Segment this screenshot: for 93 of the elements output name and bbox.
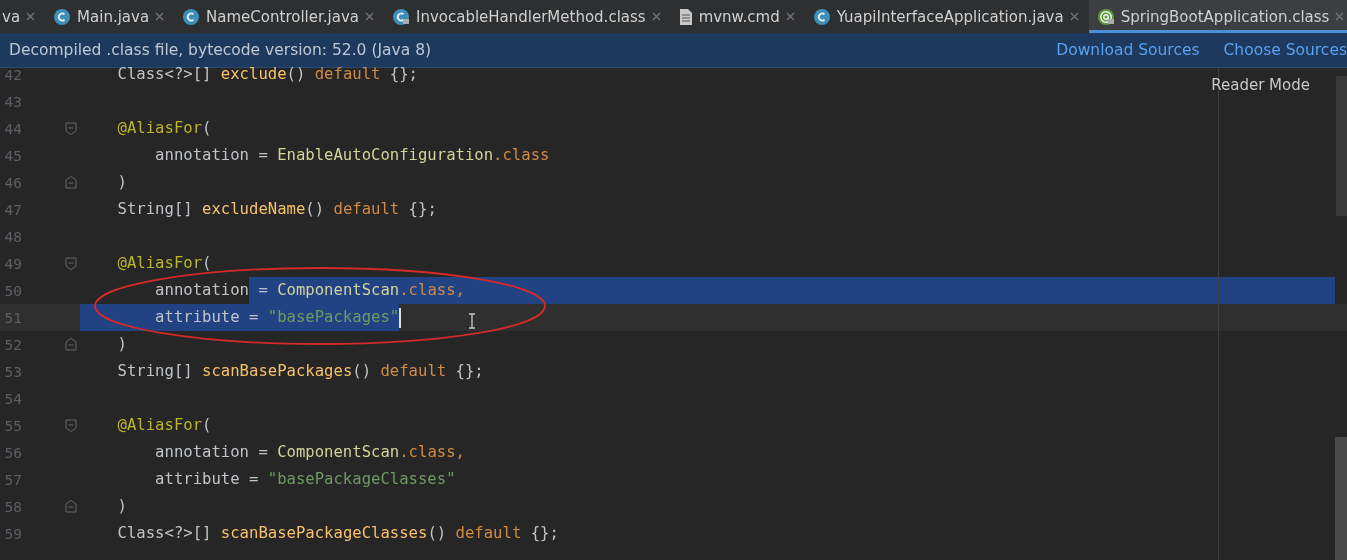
code-token: annotation = [154,442,269,463]
text-cursor-icon [467,313,477,329]
line-number: 47 [3,201,22,218]
code-token: .class, [399,277,465,304]
close-icon[interactable] [1069,12,1079,21]
fold-icon[interactable] [65,122,77,135]
code-token: annotation [154,280,249,301]
reader-mode-label[interactable]: Reader Mode [1211,76,1310,94]
fold-icon[interactable] [65,419,77,432]
code-token: "basePackages" [267,304,400,331]
banner-link[interactable]: Choose Sources [1223,41,1347,59]
code-token: ( [202,118,212,139]
line-number: 52 [3,336,22,353]
line-number: 55 [3,417,22,434]
code-token: ( [202,253,212,274]
line-number: 50 [3,282,22,299]
code-token: default [380,361,447,382]
code-token: ) [116,496,127,517]
code-token: default [455,523,522,544]
class-icon [391,7,410,26]
line-number: 48 [3,228,22,245]
editor-tab[interactable]: mvnw.cmd [670,0,805,33]
code-token: default [314,64,381,85]
code-token: "basePackageClasses" [267,469,456,490]
scrollbar-thumb[interactable] [1335,437,1347,560]
code-token: () [286,64,307,85]
code-token: = [249,277,278,304]
fold-icon[interactable] [65,176,77,189]
banner-message: Decompiled .class file, bytecode version: 52.0 (Java 8) [9,41,433,59]
code-token: EnableAutoConfiguration [277,145,494,166]
close-icon[interactable] [26,12,36,21]
class-icon [812,7,831,26]
line-number: 49 [3,255,22,272]
line-number: 53 [3,363,22,380]
line-number: 46 [3,174,22,191]
code-token: attribute = [154,469,260,490]
code-token: .class [493,145,550,166]
code-token: annotation = [154,145,269,166]
code-token: exclude [220,64,287,85]
line-number: 54 [3,390,22,407]
close-icon[interactable] [155,12,165,21]
fold-icon[interactable] [65,257,77,270]
code-token: ( [202,415,212,436]
class-icon [182,7,201,26]
code-token: () [427,523,448,544]
line-number: 59 [3,525,22,542]
code-token: ComponentScan [277,277,400,304]
file-icon [678,7,693,26]
line-number: 42 [3,66,22,83]
code-token: Class<?>[] [116,64,213,85]
code-token: scanBasePackages [202,361,353,382]
code-token: ) [116,172,127,193]
close-icon[interactable] [1335,12,1345,21]
line-number: 44 [3,120,22,137]
code-token: {}; [388,64,418,85]
fold-icon[interactable] [65,500,77,513]
line-number: 57 [3,471,22,488]
code-token: String[] [116,361,194,382]
editor-tab[interactable]: InvocableHandlerMethod.class [383,0,671,33]
editor-tab[interactable]: Main.java [45,0,175,33]
code-token: {}; [454,361,484,382]
code-token: @AliasFor [116,118,203,139]
line-number: 45 [3,147,22,164]
code-token: () [305,199,326,220]
line-number: 58 [3,498,22,515]
text-caret [399,307,402,328]
code-token: excludeName [202,199,306,220]
fold-icon[interactable] [65,338,77,351]
code-token: .class, [399,442,465,463]
code-token: Class<?>[] [116,523,213,544]
close-icon[interactable] [364,12,374,21]
code-token: ComponentScan [277,442,400,463]
code-token: attribute = [80,304,268,331]
line-number: 43 [3,93,22,110]
code-token: {}; [529,523,559,544]
close-icon[interactable] [651,12,661,21]
code-token: ) [116,334,127,355]
editor-tab[interactable]: YuapiInterfaceApplication.java [804,0,1089,33]
code-token: scanBasePackageClasses [220,523,428,544]
code-token: () [352,361,373,382]
code-token: default [333,199,400,220]
at-sign-icon [1096,7,1115,26]
editor-tab[interactable]: va [0,0,46,33]
class-icon [53,7,72,26]
code-token: @AliasFor [116,415,203,436]
code-token: String[] [116,199,194,220]
code-token: @AliasFor [116,253,203,274]
banner-link[interactable]: Download Sources [1056,41,1200,59]
close-icon[interactable] [785,12,795,21]
line-number: 56 [3,444,22,461]
code-token: {}; [407,199,437,220]
editor-tab[interactable]: SpringBootApplication.class [1088,0,1347,33]
editor-tab[interactable]: NameController.java [174,0,384,33]
